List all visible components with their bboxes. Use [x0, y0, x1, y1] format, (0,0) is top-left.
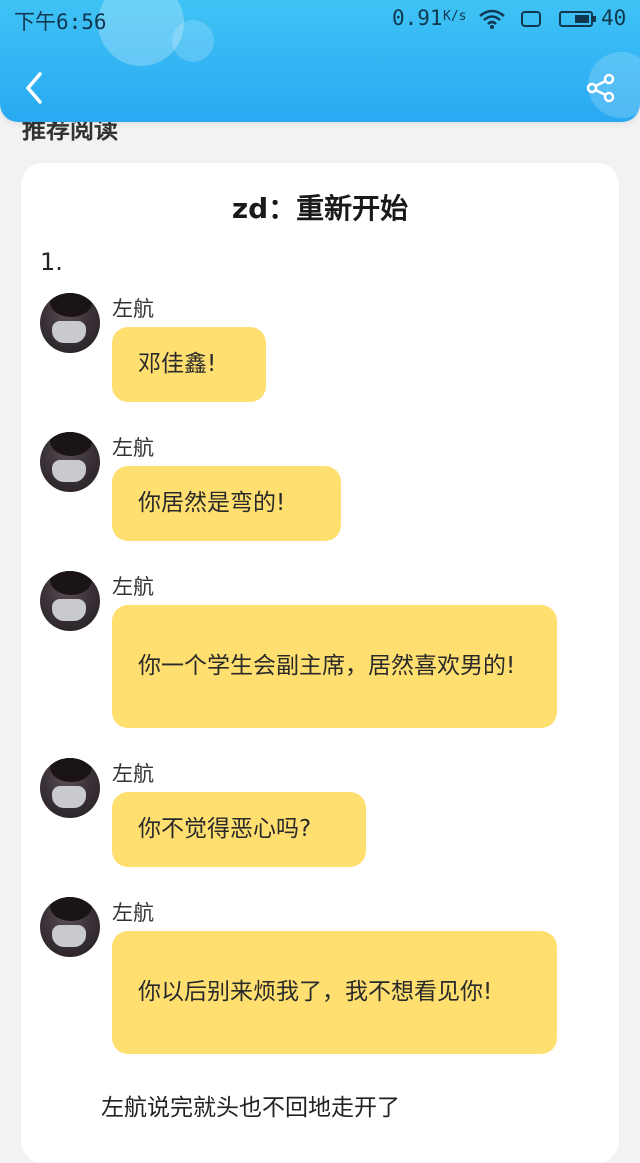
avatar[interactable]	[40, 432, 100, 492]
status-time: 下午6:56	[14, 10, 107, 34]
chevron-left-icon[interactable]	[20, 70, 50, 106]
story-title: zd：重新开始	[231, 192, 409, 225]
status-bar: 下午6:56 0.91 K/s 40	[0, 0, 640, 40]
message-bubble: 你不觉得恶心吗?	[112, 792, 366, 867]
sender-name: 左航	[112, 762, 154, 786]
share-icon[interactable]	[585, 72, 617, 104]
avatar[interactable]	[40, 897, 100, 957]
message-bubble: 你一个学生会副主席，居然喜欢男的!	[112, 605, 557, 728]
narration-text: 左航说完就头也不回地走开了	[101, 1095, 400, 1121]
app-header: 下午6:56 0.91 K/s 40	[0, 0, 640, 122]
message-bubble: 你以后别来烦我了，我不想看见你!	[112, 931, 557, 1054]
wifi-icon	[479, 9, 505, 29]
network-speed: 0.91	[392, 6, 443, 30]
sender-name: 左航	[112, 901, 154, 925]
message-bubble: 邓佳鑫!	[112, 327, 266, 402]
sender-name: 左航	[112, 297, 154, 321]
chapter-number: 1.	[40, 248, 63, 276]
message-bubble: 你居然是弯的!	[112, 466, 341, 541]
avatar[interactable]	[40, 293, 100, 353]
story-card: zd：重新开始 1. 左航 邓佳鑫! 左航 你居然是弯的! 左航 你一个学生会副…	[21, 163, 619, 1163]
avatar[interactable]	[40, 571, 100, 631]
battery-level: 40	[601, 6, 627, 30]
avatar[interactable]	[40, 758, 100, 818]
sender-name: 左航	[112, 575, 154, 599]
battery-icon	[559, 11, 596, 27]
network-speed-unit: K/s	[443, 9, 467, 24]
screen-cast-icon	[521, 11, 541, 27]
sender-name: 左航	[112, 436, 154, 460]
